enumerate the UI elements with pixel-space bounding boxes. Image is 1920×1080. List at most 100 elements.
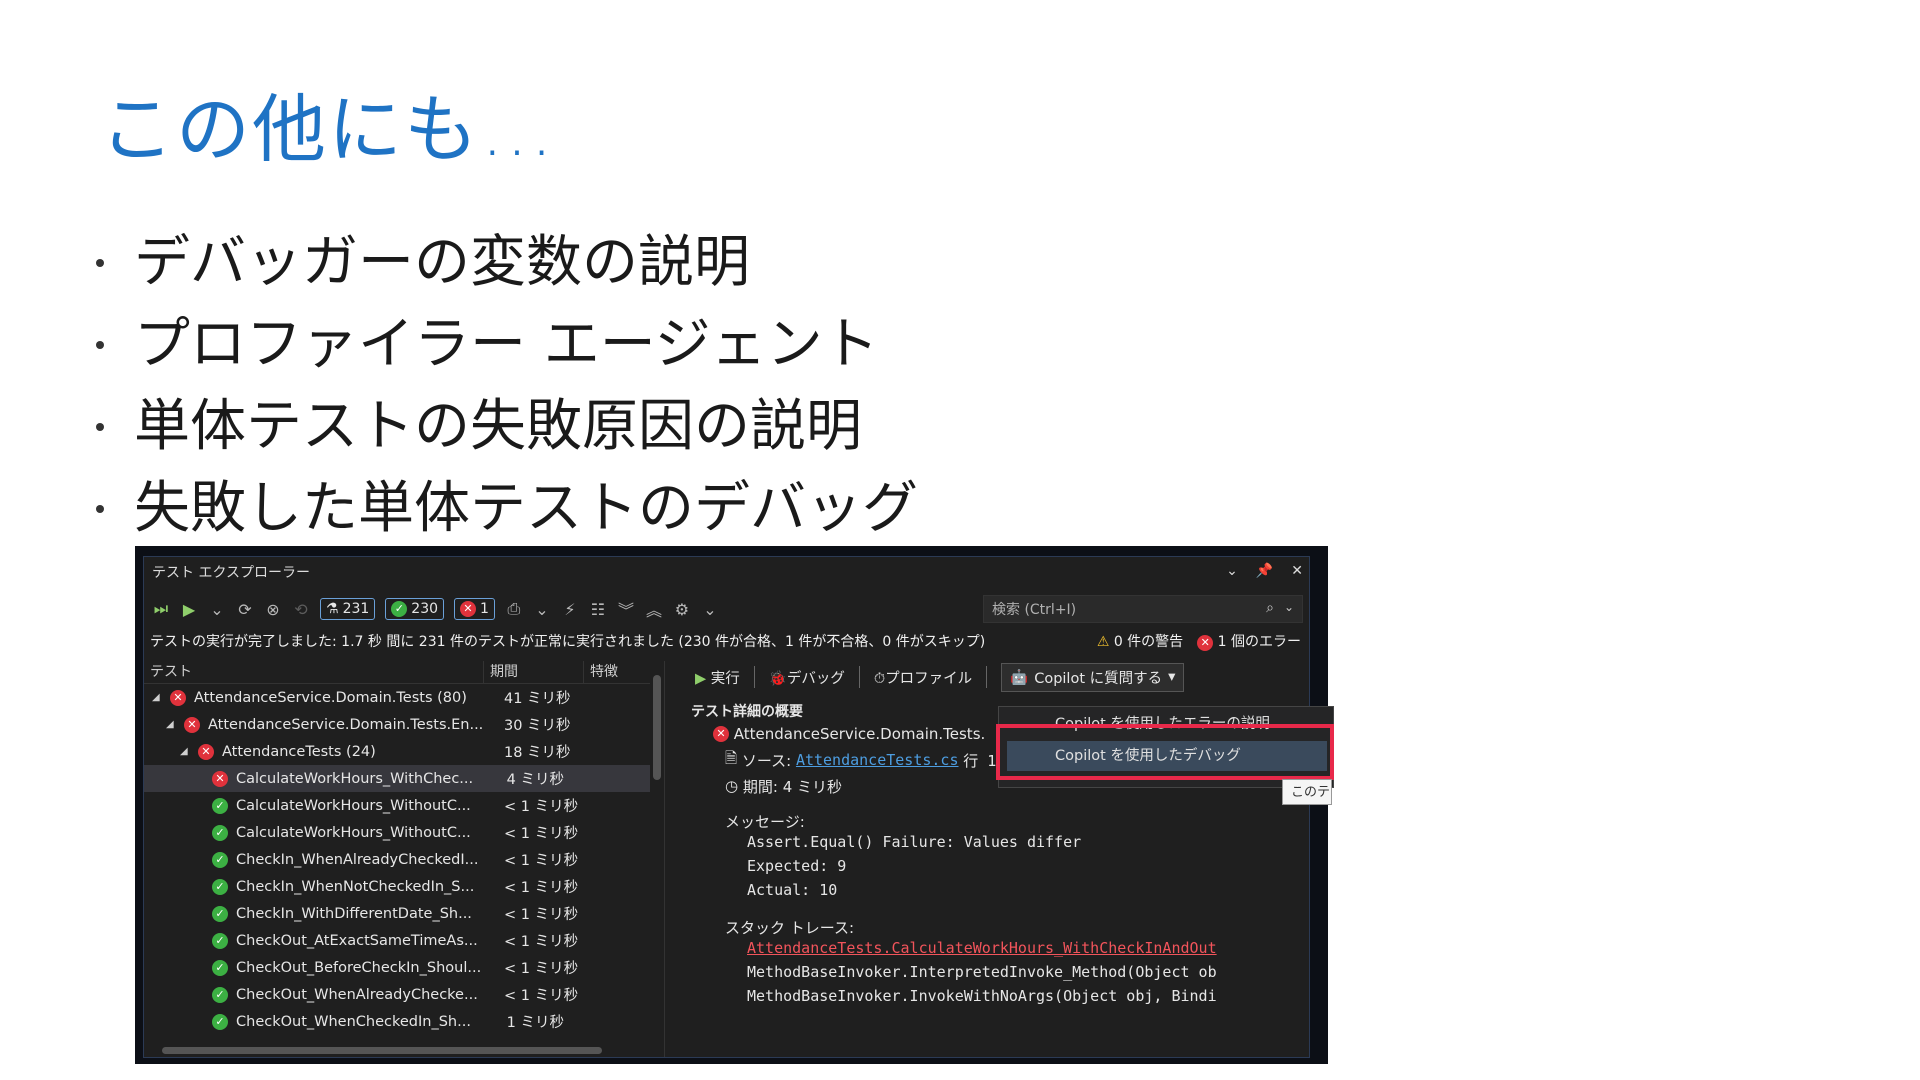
run-icon[interactable]: ▶ bbox=[180, 600, 198, 619]
tree-vertical-scrollbar[interactable] bbox=[650, 661, 664, 1057]
collapse-all-icon[interactable]: ︽ bbox=[645, 597, 663, 621]
test-tree: テスト 期間 特徴 ◢ ✕ AttendanceService.Domain.Tes… bbox=[144, 661, 665, 1057]
failed-count: 1 bbox=[480, 601, 489, 617]
ask-label: Copilot に質問する bbox=[1034, 670, 1163, 687]
refresh-icon[interactable]: ⟲ bbox=[292, 600, 310, 619]
message-line: Expected: 9 bbox=[747, 857, 847, 875]
failed-icon: ✕ bbox=[212, 770, 228, 787]
tree-row[interactable]: ✓ CheckOut_BeforeCheckIn_Shoul... < 1 ミリ秒 bbox=[144, 954, 664, 981]
tree-row[interactable]: ✓ CheckOut_WhenAlreadyChecke... < 1 ミリ秒 bbox=[144, 981, 664, 1008]
playlist-icon[interactable]: ⎙ bbox=[505, 599, 523, 619]
column-header-duration[interactable]: 期間 bbox=[484, 661, 584, 683]
dropdown-chevron-icon[interactable]: ⌄ bbox=[701, 600, 719, 619]
passed-icon: ✓ bbox=[212, 851, 228, 868]
pin-icon[interactable]: 📌 bbox=[1256, 563, 1273, 579]
error-icon: ✕ bbox=[713, 726, 729, 742]
debug-icon: 🐞 bbox=[768, 670, 787, 687]
run-icon: ▶ bbox=[695, 670, 707, 687]
test-name: CheckOut_AtExactSameTimeAs... bbox=[236, 932, 478, 949]
run-all-icon[interactable]: ⏭ bbox=[152, 599, 170, 619]
stack-trace-link[interactable]: AttendanceTests.CalculateWorkHours_WithC… bbox=[689, 939, 1309, 963]
copilot-icon: 🤖 bbox=[1010, 669, 1029, 686]
chevron-down-icon[interactable]: ⌄ bbox=[1226, 563, 1238, 579]
test-name: CalculateWorkHours_WithChec... bbox=[236, 770, 474, 787]
expand-arrow-icon[interactable]: ◢ bbox=[166, 719, 178, 730]
profile-icon: ⏱ bbox=[873, 670, 886, 687]
dropdown-chevron-icon[interactable]: ⌄ bbox=[208, 600, 226, 619]
profile-button[interactable]: ⏱プロファイル bbox=[874, 667, 972, 688]
tree-row[interactable]: ✓ CheckOut_AtExactSameTimeAs... < 1 ミリ秒 bbox=[144, 927, 664, 954]
warnings-badge[interactable]: ⚠ 0 件の警告 bbox=[1097, 631, 1183, 651]
bullet-text: デバッガーの変数の説明 bbox=[134, 230, 750, 295]
bullet-text: 単体テストの失敗原因の説明 bbox=[134, 394, 862, 459]
errors-badge[interactable]: ✕ 1 個のエラー bbox=[1197, 631, 1301, 651]
passed-icon: ✓ bbox=[212, 797, 228, 814]
test-name: CheckIn_WhenAlreadyCheckedI... bbox=[236, 851, 479, 868]
stack-trace-line: MethodBaseInvoker.InvokeWithNoArgs(Objec… bbox=[747, 987, 1217, 1005]
tree-row[interactable]: ✓ CheckIn_WithDifferentDate_Sh... < 1 ミリ秒 bbox=[144, 900, 664, 927]
test-name: CheckOut_BeforeCheckIn_Shoul... bbox=[236, 959, 482, 976]
window-titlebar: テスト エクスプローラー ⌄ 📌 ✕ bbox=[144, 557, 1309, 587]
tree-row[interactable]: ✓ CheckIn_WhenAlreadyCheckedI... < 1 ミリ秒 bbox=[144, 846, 664, 873]
test-duration: 30 ミリ秒 bbox=[504, 718, 571, 734]
scroll-thumb[interactable] bbox=[653, 675, 661, 780]
ask-copilot-button[interactable]: 🤖 Copilot に質問する ▾ bbox=[1001, 662, 1185, 692]
repeat-run-icon[interactable]: ⟳ bbox=[236, 600, 254, 619]
tree-row[interactable]: ◢ ✕ AttendanceService.Domain.Tests.En... 30… bbox=[144, 711, 664, 738]
search-icon: ⌕ bbox=[1266, 600, 1274, 616]
total-count: 231 bbox=[342, 601, 370, 617]
passed-icon: ✓ bbox=[212, 932, 228, 949]
tree-row[interactable]: ◢ ✕ AttendanceService.Domain.Tests (80) 41 … bbox=[144, 684, 664, 711]
dropdown-chevron-icon[interactable]: ⌄ bbox=[533, 600, 551, 619]
bullet-dot bbox=[96, 259, 104, 267]
warning-icon: ⚠ bbox=[1096, 634, 1110, 650]
passed-icon: ✓ bbox=[212, 824, 228, 841]
warnings-text: 0 件の警告 bbox=[1113, 634, 1184, 650]
tree-row[interactable]: ✓ CalculateWorkHours_WithoutC... < 1 ミリ秒 bbox=[144, 792, 664, 819]
duration-text: 期間: 4 ミリ秒 bbox=[742, 777, 843, 796]
passed-icon: ✓ bbox=[212, 905, 228, 922]
tree-row[interactable]: ✓ CalculateWorkHours_WithoutC... < 1 ミリ秒 bbox=[144, 819, 664, 846]
live-run-icon[interactable]: ⚡ bbox=[561, 600, 579, 619]
x-icon: ✕ bbox=[460, 601, 477, 617]
passed-tests-filter[interactable]: ✓ 230 bbox=[385, 598, 445, 620]
run-label: 実行 bbox=[710, 670, 740, 687]
test-name: CalculateWorkHours_WithoutC... bbox=[236, 797, 471, 814]
expand-arrow-icon[interactable]: ◢ bbox=[152, 692, 164, 703]
failed-icon: ✕ bbox=[170, 689, 186, 706]
cancel-run-icon[interactable]: ⊗ bbox=[264, 600, 282, 619]
source-link[interactable]: AttendanceTests.cs bbox=[796, 751, 959, 769]
tree-row[interactable]: ✕ CalculateWorkHours_WithChec... 4 ミリ秒 bbox=[144, 765, 664, 792]
status-bar: テストの実行が完了しました: 1.7 秒 間に 231 件のテストが正常に実行さ… bbox=[150, 631, 1309, 653]
tree-rows: ◢ ✕ AttendanceService.Domain.Tests (80) 41 … bbox=[144, 684, 664, 1035]
message-line: Assert.Equal() Failure: Values differ bbox=[747, 833, 1082, 851]
message-line: Actual: 10 bbox=[747, 881, 838, 899]
scroll-thumb[interactable] bbox=[162, 1047, 602, 1054]
tree-row[interactable]: ✓ CheckOut_WhenCheckedIn_Sh... 1 ミリ秒 bbox=[144, 1008, 664, 1035]
bullet-item: 失敗した単体テストのデバッグ bbox=[92, 468, 918, 550]
expand-arrow-icon[interactable]: ◢ bbox=[180, 746, 192, 757]
group-by-icon[interactable]: ☷ bbox=[589, 600, 607, 619]
test-duration: < 1 ミリ秒 bbox=[504, 961, 579, 977]
tree-row[interactable]: ✓ CheckIn_WhenNotCheckedIn_S... < 1 ミリ秒 bbox=[144, 873, 664, 900]
column-header-test[interactable]: テスト bbox=[144, 661, 484, 683]
expand-all-icon[interactable]: ︾ bbox=[617, 597, 635, 621]
detail-toolbar: ▶ 実行 🐞デバッグ ⏱プロファイル 🤖 Copilot に質問する ▾ bbox=[689, 661, 1309, 693]
flask-icon: ⚗ bbox=[326, 601, 339, 617]
search-input[interactable]: 検索 (Ctrl+I) ⌕ ⌄ bbox=[983, 595, 1303, 623]
tree-row[interactable]: ◢ ✕ AttendanceTests (24) 18 ミリ秒 bbox=[144, 738, 664, 765]
run-button[interactable]: ▶ 実行 bbox=[695, 667, 740, 688]
close-icon[interactable]: ✕ bbox=[1291, 563, 1303, 579]
test-name: CalculateWorkHours_WithoutC... bbox=[236, 824, 471, 841]
chevron-down-icon[interactable]: ⌄ bbox=[1284, 600, 1294, 614]
bullet-dot bbox=[96, 505, 104, 513]
failed-tests-filter[interactable]: ✕ 1 bbox=[454, 598, 495, 620]
debug-label: デバッグ bbox=[786, 670, 845, 687]
debug-button[interactable]: 🐞デバッグ bbox=[769, 667, 845, 688]
passed-icon: ✓ bbox=[212, 878, 228, 895]
check-icon: ✓ bbox=[391, 601, 408, 617]
total-tests-filter[interactable]: ⚗ 231 bbox=[320, 598, 376, 620]
tree-horizontal-scrollbar[interactable] bbox=[144, 1043, 648, 1057]
test-explorer-window: テスト エクスプローラー ⌄ 📌 ✕ ⏭ ▶ ⌄ ⟳ ⊗ ⟲ ⚗ 231 ✓ 230… bbox=[135, 546, 1328, 1064]
settings-icon[interactable]: ⚙ bbox=[673, 600, 691, 619]
